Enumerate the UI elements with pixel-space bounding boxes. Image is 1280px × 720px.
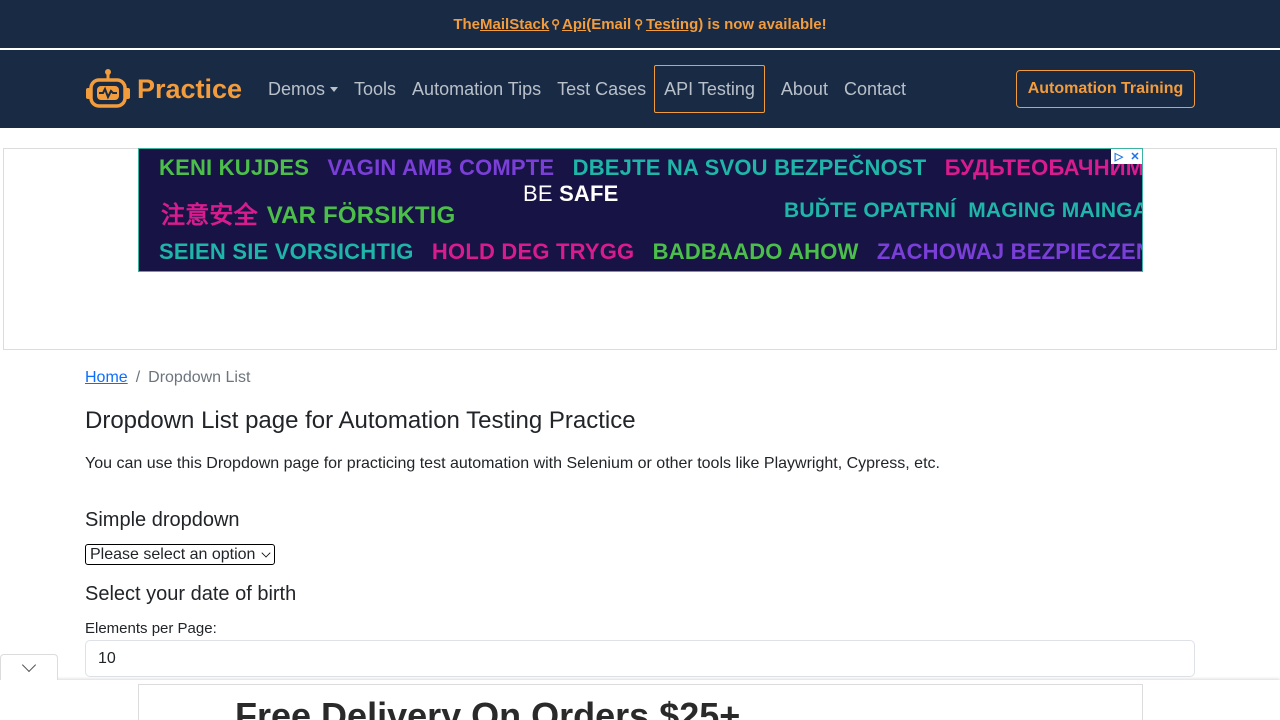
ad-text: BUĎTE OPATRNÍ [784, 199, 957, 222]
ad-row-2-right: BUĎTE OPATRNÍ MAGING MAINGAT [784, 199, 1143, 223]
dob-heading: Select your date of birth [85, 583, 297, 605]
page-intro: You can use this Dropdown page for pract… [85, 455, 940, 472]
robot-logo-icon [85, 68, 131, 110]
elements-per-page-label: Elements per Page: [85, 620, 217, 637]
page-title: Dropdown List page for Automation Testin… [85, 407, 636, 434]
sticky-ad-collapse-button[interactable] [0, 654, 58, 680]
chevron-down-icon [261, 548, 271, 558]
search-icon: ⚲ [634, 17, 644, 31]
ad-text: SEIEN SIE VORSICHTIG [159, 239, 414, 264]
nav-item-test-cases[interactable]: Test Cases [557, 79, 646, 100]
announcement-api: Api [562, 15, 587, 33]
sticky-ad-text: Free Delivery On Orders $25+ [235, 695, 741, 720]
nav-item-automation-tips[interactable]: Automation Tips [412, 79, 541, 100]
ad-text: VAGIN AMB COMPTE [327, 155, 555, 180]
nav-item-demos[interactable]: Demos [268, 79, 338, 100]
brand-name: Practice [137, 73, 243, 104]
nav-item-api-testing[interactable]: API Testing [654, 65, 765, 113]
ad-text: VAR FÖRSIKTIG [266, 202, 456, 229]
simple-dropdown-value: Please select an option [90, 545, 256, 563]
simple-dropdown-select[interactable]: Please select an option [85, 544, 275, 565]
ad-text: KENI KUJDES [159, 155, 310, 180]
sticky-ad-banner[interactable]: Free Delivery On Orders $25+ [138, 684, 1143, 720]
adchoices-icon[interactable]: ▷ [1111, 149, 1127, 164]
close-icon[interactable]: ✕ [1127, 149, 1142, 164]
chevron-down-icon [21, 657, 37, 673]
ad-banner[interactable]: KENI KUJDES VAGIN AMB COMPTE DBEJTE NA S… [138, 148, 1143, 272]
elements-per-page-input[interactable]: 10 [85, 640, 1195, 677]
ad-text: HOLD DEG TRYGG [431, 239, 635, 264]
ad-headline-thin: BE [523, 181, 560, 206]
nav-menu: Demos Tools Automation Tips Test Cases A… [268, 65, 922, 113]
simple-dropdown-heading: Simple dropdown [85, 509, 240, 531]
nav-item-about[interactable]: About [781, 79, 828, 100]
ad-text: ZACHOWAJ BEZPIECZEŃSTWO [876, 239, 1142, 264]
announcement-email: (Email [586, 15, 632, 33]
nav-item-tools[interactable]: Tools [354, 79, 396, 100]
ad-row-2: 注意安全 VAR FÖRSIKTIG [161, 195, 490, 230]
breadcrumb-current: Dropdown List [148, 369, 251, 386]
announcement-prefix: The [453, 15, 481, 33]
automation-training-button[interactable]: Automation Training [1016, 70, 1195, 108]
breadcrumb-separator: / [135, 369, 141, 386]
announcement-suffix: ) is now available! [698, 15, 827, 33]
search-icon: ⚲ [551, 17, 561, 31]
nav-item-contact[interactable]: Contact [844, 79, 906, 100]
testing-link[interactable]: Testing [646, 16, 698, 33]
ad-headline-bold: SAFE [559, 181, 619, 206]
ad-row-1: KENI KUJDES VAGIN AMB COMPTE DBEJTE NA S… [159, 155, 1142, 181]
ad-row-3: SEIEN SIE VORSICHTIG HOLD DEG TRYGG BADB… [159, 239, 1142, 265]
ad-text: MAGING MAINGAT [968, 199, 1143, 222]
elements-per-page-value: 10 [98, 649, 116, 667]
ad-headline: BE SAFE [523, 181, 631, 207]
breadcrumb: Home / Dropdown List [85, 369, 250, 387]
breadcrumb-home-link[interactable]: Home [85, 369, 128, 387]
ad-text: DBEJTE NA SVOU BEZPEČNOST [572, 155, 927, 180]
announcement-bar: The MailStack ⚲ Api (Email ⚲ Testing ) i… [0, 0, 1280, 48]
main-navbar: Practice Demos Tools Automation Tips Tes… [0, 50, 1280, 128]
ad-text: 注意安全 [161, 202, 258, 229]
brand-link[interactable]: Practice [85, 68, 242, 110]
mailstack-link[interactable]: MailStack [480, 16, 549, 33]
ad-text: BADBAADO AHOW [652, 239, 859, 264]
